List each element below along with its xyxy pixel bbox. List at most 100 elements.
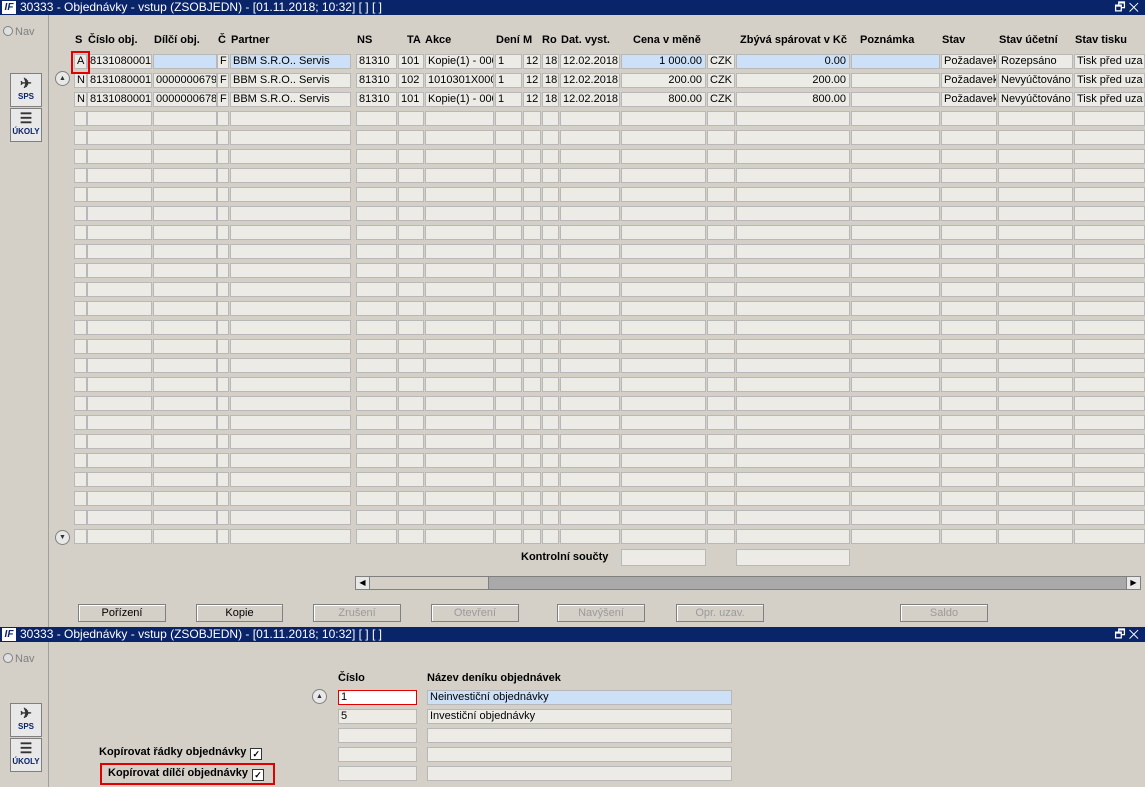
grid-cell-ns[interactable] (356, 434, 397, 449)
grid-cell-ta[interactable] (398, 206, 424, 221)
grid-cell-poznamka[interactable] (851, 415, 940, 430)
grid-cell-stav-tisku[interactable] (1074, 358, 1145, 373)
grid-cell-ns[interactable] (356, 168, 397, 183)
grid-cell-cena[interactable] (621, 415, 706, 430)
grid-cell-ro[interactable] (542, 244, 559, 259)
grid-cell-partner[interactable] (230, 320, 351, 335)
grid-cell-c[interactable] (217, 225, 229, 240)
grid-cell-cislo[interactable] (87, 491, 152, 506)
otevreni-button[interactable]: Otevření (431, 604, 519, 622)
grid-cell-c[interactable]: F (217, 54, 229, 69)
grid-cell-zbyva[interactable] (736, 301, 850, 316)
grid-cell-ns[interactable] (356, 529, 397, 544)
grid-cell-zbyva[interactable] (736, 529, 850, 544)
grid-cell-s[interactable] (74, 187, 87, 202)
grid-cell-ns[interactable] (356, 415, 397, 430)
grid-cell-ta[interactable] (398, 244, 424, 259)
grid-cell-deni[interactable] (495, 282, 522, 297)
grid-cell-cena[interactable] (621, 168, 706, 183)
grid-cell-akce[interactable] (425, 130, 494, 145)
grid-cell-cislo[interactable] (87, 358, 152, 373)
grid-cell-ns[interactable] (356, 339, 397, 354)
grid-cell-deni[interactable] (495, 111, 522, 126)
grid-cell-akce[interactable] (425, 396, 494, 411)
grid-cell-stav-ucetni[interactable] (998, 149, 1073, 164)
grid-cell-c[interactable] (217, 168, 229, 183)
grid-cell-m[interactable]: 12 (523, 92, 541, 107)
grid-cell-ta[interactable] (398, 225, 424, 240)
window-controls-2[interactable]: 🗗✕ (1114, 627, 1142, 642)
grid-cell-zbyva[interactable] (736, 472, 850, 487)
grid-cell-stav[interactable] (941, 206, 997, 221)
grid-cell-dilci[interactable] (153, 510, 217, 525)
grid-cell-stav-tisku[interactable] (1074, 377, 1145, 392)
grid-cell-zbyva[interactable] (736, 263, 850, 278)
grid-cell-ns[interactable] (356, 358, 397, 373)
grid-cell-zbyva[interactable] (736, 491, 850, 506)
grid-cell-stav-tisku[interactable] (1074, 225, 1145, 240)
grid-cell-ro[interactable] (542, 301, 559, 316)
grid-cell-s[interactable]: N (74, 73, 87, 88)
grid-cell-c[interactable] (217, 434, 229, 449)
grid-cell-dat[interactable] (560, 453, 620, 468)
grid-cell-cena[interactable]: 1 000.00 (621, 54, 706, 69)
ukoly-tool-button-2[interactable]: ☰ ÚKOLY (10, 738, 42, 772)
grid-cell-deni[interactable] (495, 491, 522, 506)
grid-cell-ta[interactable]: 102 (398, 73, 424, 88)
grid-cell-akce[interactable] (425, 339, 494, 354)
grid-cell-stav[interactable] (941, 244, 997, 259)
grid-cell-zbyva[interactable] (736, 320, 850, 335)
grid-cell-mena[interactable] (707, 244, 735, 259)
grid-cell-m[interactable] (523, 396, 541, 411)
grid-cell-ro[interactable]: 18 (542, 73, 559, 88)
grid-cell-stav-ucetni[interactable] (998, 415, 1073, 430)
grid-cell-ns[interactable] (356, 263, 397, 278)
grid-cell-stav-ucetni[interactable] (998, 491, 1073, 506)
grid-cell-ro[interactable] (542, 491, 559, 506)
grid-cell-ns[interactable] (356, 491, 397, 506)
grid-cell-ta[interactable] (398, 529, 424, 544)
grid-cell-poznamka[interactable] (851, 187, 940, 202)
grid-cell-poznamka[interactable] (851, 111, 940, 126)
grid-cell-akce[interactable] (425, 244, 494, 259)
grid-cell-mena[interactable] (707, 491, 735, 506)
grid-cell-dilci[interactable] (153, 111, 217, 126)
grid-cell-poznamka[interactable] (851, 130, 940, 145)
grid-cell-zbyva[interactable] (736, 377, 850, 392)
grid-cell-dat[interactable] (560, 377, 620, 392)
grid-cell-ta[interactable] (398, 339, 424, 354)
grid-cell-ta[interactable] (398, 434, 424, 449)
grid-cell-ro[interactable] (542, 396, 559, 411)
grid-cell-ns[interactable] (356, 111, 397, 126)
grid-cell-dat[interactable]: 12.02.2018 (560, 92, 620, 107)
opr-uzav-button[interactable]: Opr. uzav. (676, 604, 764, 622)
grid-cell-poznamka[interactable] (851, 434, 940, 449)
grid-cell-ns[interactable] (356, 320, 397, 335)
grid-cell-partner[interactable] (230, 168, 351, 183)
grid-cell-dilci[interactable] (153, 453, 217, 468)
grid-cell-partner[interactable] (230, 472, 351, 487)
grid-cell-c[interactable] (217, 510, 229, 525)
grid-cell-akce[interactable] (425, 472, 494, 487)
grid-cell-stav-ucetni[interactable] (998, 111, 1073, 126)
grid-cell-c[interactable] (217, 282, 229, 297)
grid-cell-s[interactable] (74, 529, 87, 544)
grid-cell-mena[interactable] (707, 453, 735, 468)
grid-cell-cislo[interactable] (87, 168, 152, 183)
grid-cell-stav-tisku[interactable] (1074, 320, 1145, 335)
grid-cell-dilci[interactable] (153, 472, 217, 487)
grid-cell-m[interactable] (523, 244, 541, 259)
grid-cell-ro[interactable]: 18 (542, 92, 559, 107)
grid-cell-deni[interactable] (495, 244, 522, 259)
grid-cell-dat[interactable] (560, 529, 620, 544)
journal-number-field[interactable] (338, 766, 417, 781)
journal-name-field[interactable] (427, 766, 732, 781)
grid-cell-cislo[interactable] (87, 529, 152, 544)
grid-cell-dat[interactable] (560, 358, 620, 373)
grid-cell-akce[interactable] (425, 206, 494, 221)
grid-cell-ta[interactable] (398, 320, 424, 335)
grid-cell-poznamka[interactable] (851, 206, 940, 221)
grid-cell-cislo[interactable] (87, 472, 152, 487)
grid-cell-poznamka[interactable] (851, 54, 940, 69)
grid-cell-mena[interactable]: CZK (707, 73, 735, 88)
